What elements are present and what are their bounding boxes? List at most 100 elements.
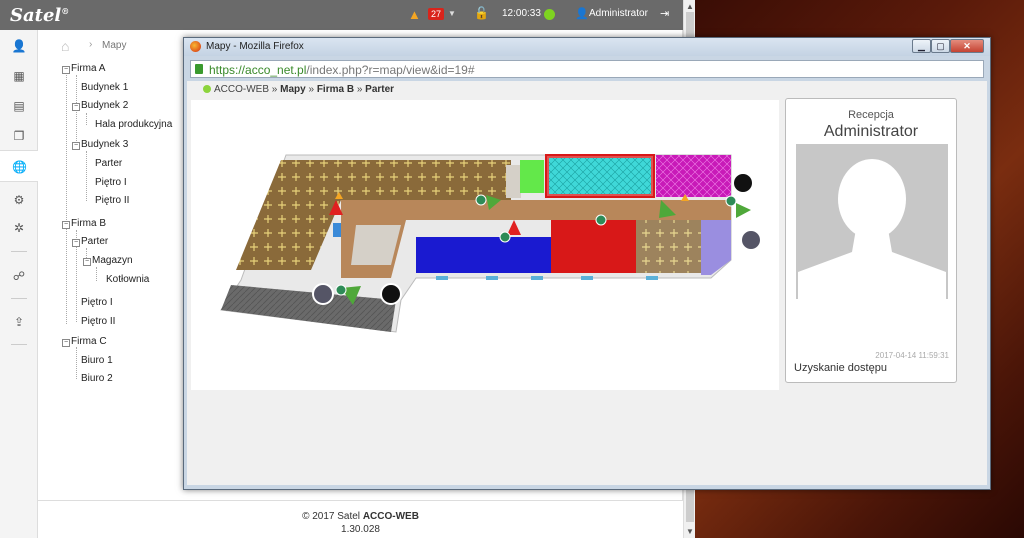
sidebar-divider (11, 251, 27, 252)
collapse-icon[interactable]: − (72, 103, 80, 111)
tree-line (66, 75, 67, 324)
window-titlebar[interactable]: Mapy - Mozilla Firefox ▁ ▢ ✕ (184, 38, 990, 56)
status-dot-icon (203, 85, 211, 93)
document-icon[interactable]: ▤ (0, 92, 38, 120)
event-card: Recepcja Administrator 2017-04-14 11:59:… (785, 98, 957, 383)
tree-node-pietro-2[interactable]: Piętro II (95, 195, 129, 206)
close-button[interactable]: ✕ (950, 39, 984, 53)
user-icon: 👤 (575, 8, 589, 20)
check-icon[interactable] (335, 284, 347, 296)
tree-node-hala-produkcyjna[interactable]: Hala produkcyjna (95, 119, 172, 130)
scroll-down-icon[interactable]: ▼ (686, 527, 694, 536)
tree-node-parter[interactable]: Parter (95, 158, 122, 169)
zone-blue[interactable] (416, 237, 551, 273)
globe-icon[interactable]: 🌐 (0, 150, 39, 182)
gears-icon[interactable]: ⚙ (0, 186, 38, 214)
floor-map[interactable] (191, 100, 779, 390)
collapse-icon[interactable]: − (62, 66, 70, 74)
zone-cyan[interactable] (549, 158, 651, 194)
tree-node-firma-b[interactable]: − Firma B (62, 218, 106, 229)
event-timestamp: 2017-04-14 11:59:31 (875, 351, 949, 360)
documents-icon[interactable]: ❐ (0, 122, 38, 150)
breadcrumb-sep: » (308, 84, 315, 95)
zone-magenta[interactable] (656, 155, 731, 197)
collapse-icon[interactable]: − (62, 221, 70, 229)
map-breadcrumb: ACCO-WEB » Mapy » Firma B » Parter (203, 84, 394, 95)
maximize-button[interactable]: ▢ (931, 39, 950, 53)
floor-plan-svg[interactable] (191, 100, 779, 390)
footer-version: 1.30.028 (341, 524, 380, 535)
chevron-right-icon: › (89, 39, 93, 50)
window-title: Mapy - Mozilla Firefox (206, 41, 304, 52)
window-marker (333, 223, 341, 237)
calendar-icon[interactable]: ▦ (0, 62, 38, 90)
minimize-button[interactable]: ▁ (912, 39, 931, 53)
page-footer: © 2017 Satel ACCO-WEB 1.30.028 (38, 510, 683, 536)
alarm-count-badge[interactable]: 27 (428, 8, 445, 20)
upload-icon[interactable]: ⇪ (0, 308, 38, 336)
reader-icon[interactable] (732, 172, 754, 194)
tree-line (86, 113, 87, 125)
warning-icon[interactable]: ▲ (408, 7, 421, 22)
url-path: /index.php?r=map/view&id=19# (306, 63, 475, 77)
zone-green[interactable] (520, 160, 544, 193)
reader-icon[interactable] (740, 229, 762, 251)
breadcrumb-firma-b[interactable]: Firma B (317, 84, 354, 95)
sidebar-divider (11, 344, 27, 345)
collapse-icon[interactable]: − (83, 258, 91, 266)
tree-node-budynek-2[interactable]: − Budynek 2 (72, 100, 128, 111)
secure-lock-icon (195, 64, 203, 74)
reader-icon[interactable] (312, 283, 334, 305)
room-hatched[interactable] (636, 220, 701, 273)
collapse-icon[interactable]: − (72, 239, 80, 247)
user-menu[interactable]: Administrator (589, 8, 648, 19)
address-bar[interactable]: https://acco_net.pl/index.php?r=map/view… (190, 60, 984, 78)
chevron-down-icon[interactable]: ▼ (448, 9, 456, 18)
tree-node-kotlownia[interactable]: Kotłownia (106, 274, 149, 285)
tree-node-pietro-1[interactable]: Piętro I (81, 297, 113, 308)
tree-node-biuro-2[interactable]: Biuro 2 (81, 373, 113, 384)
scroll-up-icon[interactable]: ▲ (686, 2, 694, 11)
window-marker (581, 276, 593, 280)
reader-icon[interactable] (380, 283, 402, 305)
card-user-name: Administrator (823, 123, 919, 140)
sidebar-divider (11, 298, 27, 299)
home-icon[interactable]: ⌂ (61, 38, 69, 54)
zone-lavender[interactable] (701, 220, 731, 275)
url-host: https://acco_net.pl (209, 63, 307, 77)
door-marker[interactable] (736, 203, 751, 218)
check-icon[interactable] (595, 214, 607, 226)
staircase (506, 165, 521, 198)
zone-red[interactable] (551, 220, 636, 273)
top-bar: Satel® ▲ 27 ▼ 🔓 12:00:33 👤 Administrator… (0, 0, 683, 30)
tree-node-firma-a[interactable]: − Firma A (62, 63, 105, 74)
users-icon[interactable]: ☍ (0, 262, 38, 290)
breadcrumb-root[interactable]: ACCO-WEB (214, 84, 269, 95)
tree-node-biuro-1[interactable]: Biuro 1 (81, 355, 113, 366)
collapse-icon[interactable]: − (72, 142, 80, 150)
user-icon[interactable]: 👤 (0, 32, 38, 60)
tree-node-parter[interactable]: − Parter (72, 236, 108, 247)
tree-node-pietro-2[interactable]: Piętro II (81, 316, 115, 327)
window-marker (531, 276, 543, 280)
satel-logo: Satel® (10, 5, 70, 26)
gear-icon[interactable]: ✲ (0, 214, 38, 242)
event-status: Uzyskanie dostępu (794, 362, 887, 374)
clock-display: 12:00:33 (502, 8, 541, 19)
check-icon[interactable] (475, 194, 487, 206)
tree-node-firma-c[interactable]: − Firma C (62, 336, 107, 347)
check-icon[interactable] (725, 195, 737, 207)
tree-node-magazyn[interactable]: − Magazyn (83, 255, 133, 266)
check-icon[interactable] (499, 231, 511, 243)
avatar (796, 144, 948, 299)
tree-node-budynek-3[interactable]: − Budynek 3 (72, 139, 128, 150)
collapse-icon[interactable]: − (62, 339, 70, 347)
unlock-icon[interactable]: 🔓 (474, 6, 489, 20)
breadcrumb-sep: » (356, 84, 363, 95)
tree-node-pietro-1[interactable]: Piętro I (95, 177, 127, 188)
footer-product: ACCO-WEB (362, 511, 419, 522)
breadcrumb-mapy[interactable]: Mapy (280, 84, 306, 95)
tree-line (86, 151, 87, 201)
logout-icon[interactable]: ⇥ (660, 7, 669, 20)
tree-node-budynek-1[interactable]: Budynek 1 (81, 82, 128, 93)
